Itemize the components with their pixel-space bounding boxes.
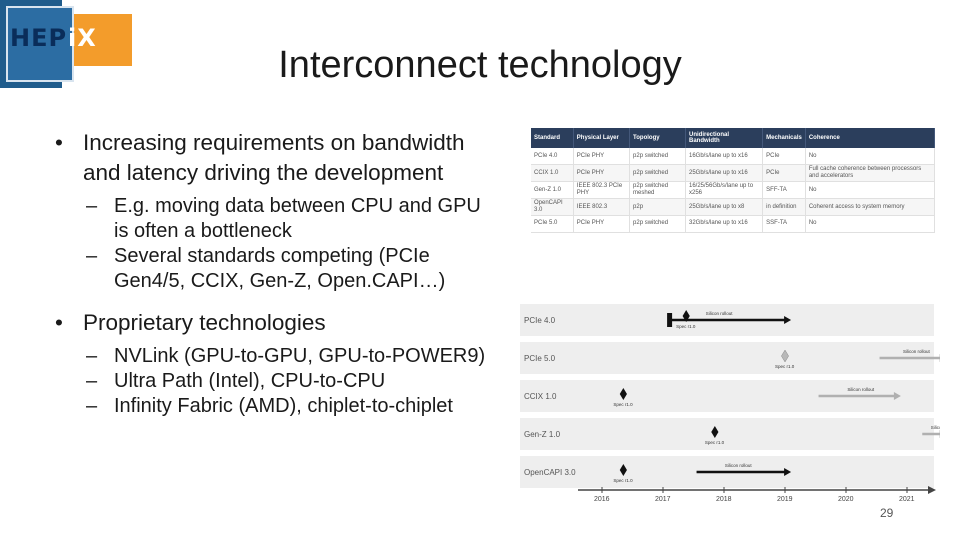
table-row: Gen-Z 1.0 IEEE 802.3 PCIe PHY p2p switched… <box>531 181 936 199</box>
sub-bullet-item: – Infinity Fabric (AMD), chiplet-to-chipl… <box>55 394 525 419</box>
table-row: PCIe 4.0 PCIe PHY p2p switched 16Gb/s/lane … <box>531 148 936 165</box>
table-cell: PCIe <box>762 148 806 165</box>
timeline-year-label: 2017 <box>655 496 671 503</box>
table-cell: p2p switched <box>629 164 686 182</box>
bullet-item: • Proprietary technologies <box>55 308 525 338</box>
timeline-row-label: Gen-Z 1.0 <box>524 430 561 439</box>
timeline-year-label: 2016 <box>594 496 610 503</box>
table-cell: SSF-TA <box>762 215 806 233</box>
table-cell: 16/25/56Gb/s/lane up to x256 <box>685 181 764 199</box>
slide-title: Interconnect technology <box>278 44 682 86</box>
bullet-text-line: E.g. moving data between CPU and GPU <box>114 195 481 217</box>
timeline-row-label: PCIe 5.0 <box>524 354 556 363</box>
timeline-row-label: CCIX 1.0 <box>524 392 557 401</box>
table-cell: CCIX 1.0 <box>531 164 574 182</box>
bullet-list: • Increasing requirements on bandwidth and… <box>55 128 525 419</box>
table-cell: No <box>805 181 936 199</box>
bullet-dash-icon: – <box>86 370 98 392</box>
rollout-label: Silicon rollout <box>903 349 931 354</box>
table-cell: OpenCAPI 3.0 <box>531 198 574 216</box>
bullet-text-line: is often a bottleneck <box>114 220 292 242</box>
table-cell: 25Gb/s/lane up to x8 <box>685 198 764 216</box>
bullet-dash-icon: – <box>86 345 98 367</box>
bullet-text-line: Increasing requirements on bandwidth <box>83 130 465 155</box>
spec-release-label: Spec r1.0 <box>775 364 795 369</box>
sub-bullet-item: – Several standards competing (PCIe Gen4/5… <box>55 244 525 294</box>
table-cell: PCIe PHY <box>573 148 631 165</box>
table-cell: p2p <box>629 198 686 216</box>
timeline-row-band <box>520 342 934 374</box>
table-cell: 25Gb/s/lane up to x16 <box>685 164 764 182</box>
table-header-cell: Physical Layer <box>573 128 631 148</box>
table-row: OpenCAPI 3.0 IEEE 802.3 p2p 25Gb/s/lane up … <box>531 198 936 216</box>
table-header-cell: Standard <box>531 128 574 148</box>
table-header-cell: Coherence <box>805 128 936 148</box>
sub-bullet-item: – NVLink (GPU-to-GPU, GPU-to-POWER9) <box>55 344 525 369</box>
timeline-row-label: OpenCAPI 3.0 <box>524 468 576 477</box>
spec-release-label: Spec r1.0 <box>676 324 696 329</box>
table-cell: Coherent access to system memory <box>805 198 936 216</box>
table-cell: p2p switched <box>629 215 686 233</box>
bullet-dot-icon: • <box>55 310 63 335</box>
rollout-label: Silicon rollout <box>725 463 753 468</box>
rollout-start-marker <box>667 313 673 327</box>
table-cell: IEEE 802.3 <box>573 198 631 216</box>
bullet-text-line: Ultra Path (Intel), CPU-to-CPU <box>114 370 386 392</box>
rollout-label: Silicon rollout <box>931 425 940 430</box>
spec-release-label: Spec r1.0 <box>705 440 725 445</box>
table-cell: IEEE 802.3 PCIe PHY <box>573 181 631 199</box>
bullet-dash-icon: – <box>86 195 98 217</box>
spec-release-label: Spec r1.0 <box>613 478 633 483</box>
timeline-row-band <box>520 418 934 450</box>
table-row: PCIe 5.0 PCIe PHY p2p switched 32Gb/s/lane … <box>531 215 936 233</box>
bullet-dash-icon: – <box>86 395 98 417</box>
bullet-item: • Increasing requirements on bandwidth and… <box>55 128 525 188</box>
sub-bullet-item: – Ultra Path (Intel), CPU-to-CPU <box>55 369 525 394</box>
table-header-cell: Unidirectional Bandwidth <box>685 128 764 148</box>
table-cell: PCIe PHY <box>573 164 631 182</box>
bullet-text-line: Several standards competing (PCIe <box>114 245 430 267</box>
bullet-text-line: NVLink (GPU-to-GPU, GPU-to-POWER9) <box>114 345 486 367</box>
sub-bullet-item: – E.g. moving data between CPU and GPU is … <box>55 194 525 244</box>
bullet-text-line: Proprietary technologies <box>83 310 326 335</box>
table-cell: p2p switched meshed <box>629 181 686 199</box>
table-cell: No <box>805 215 936 233</box>
timeline-year-label: 2021 <box>899 496 915 503</box>
rollout-label: Silicon rollout <box>847 387 875 392</box>
timeline-year-label: 2018 <box>716 496 732 503</box>
timeline-year-label: 2020 <box>838 496 854 503</box>
table-cell: in definition <box>762 198 806 216</box>
table-cell: SFF-TA <box>762 181 806 199</box>
bullet-dash-icon: – <box>86 245 98 267</box>
table-cell: PCIe 4.0 <box>531 148 574 165</box>
bullet-text-line: and latency driving the development <box>83 160 444 185</box>
table-cell: 32Gb/s/lane up to x16 <box>685 215 764 233</box>
table-header-cell: Topology <box>629 128 686 148</box>
interconnect-roadmap-timeline: PCIe 4.0 Silicon rollout Spec r1.0 PCIe 5.0… <box>520 304 940 503</box>
spec-release-label: Spec r1.0 <box>613 402 633 407</box>
bullet-dot-icon: • <box>55 130 63 155</box>
timeline-row-label: PCIe 4.0 <box>524 316 556 325</box>
table-cell: PCIe <box>762 164 806 182</box>
bullet-text-line: Gen4/5, CCIX, Gen-Z, Open.CAPI…) <box>114 270 446 292</box>
table-header-cell: Mechanicals <box>762 128 806 148</box>
timeline-year-label: 2019 <box>777 496 793 503</box>
interconnect-standards-table: Standard Physical Layer Topology Unidirecti… <box>531 128 936 233</box>
table-cell: p2p switched <box>629 148 686 165</box>
table-cell: 16Gb/s/lane up to x16 <box>685 148 764 165</box>
table-cell: PCIe 5.0 <box>531 215 574 233</box>
table-cell: No <box>805 148 936 165</box>
rollout-label: Silicon rollout <box>706 311 734 316</box>
page-number: 29 <box>880 506 894 520</box>
table-cell: PCIe PHY <box>573 215 631 233</box>
table-cell: Full cache coherence between processors … <box>805 164 936 182</box>
bullet-text-line: Infinity Fabric (AMD), chiplet-to-chiple… <box>114 395 453 417</box>
table-row: CCIX 1.0 PCIe PHY p2p switched 25Gb/s/lane … <box>531 164 936 182</box>
table-cell: Gen-Z 1.0 <box>531 181 574 199</box>
